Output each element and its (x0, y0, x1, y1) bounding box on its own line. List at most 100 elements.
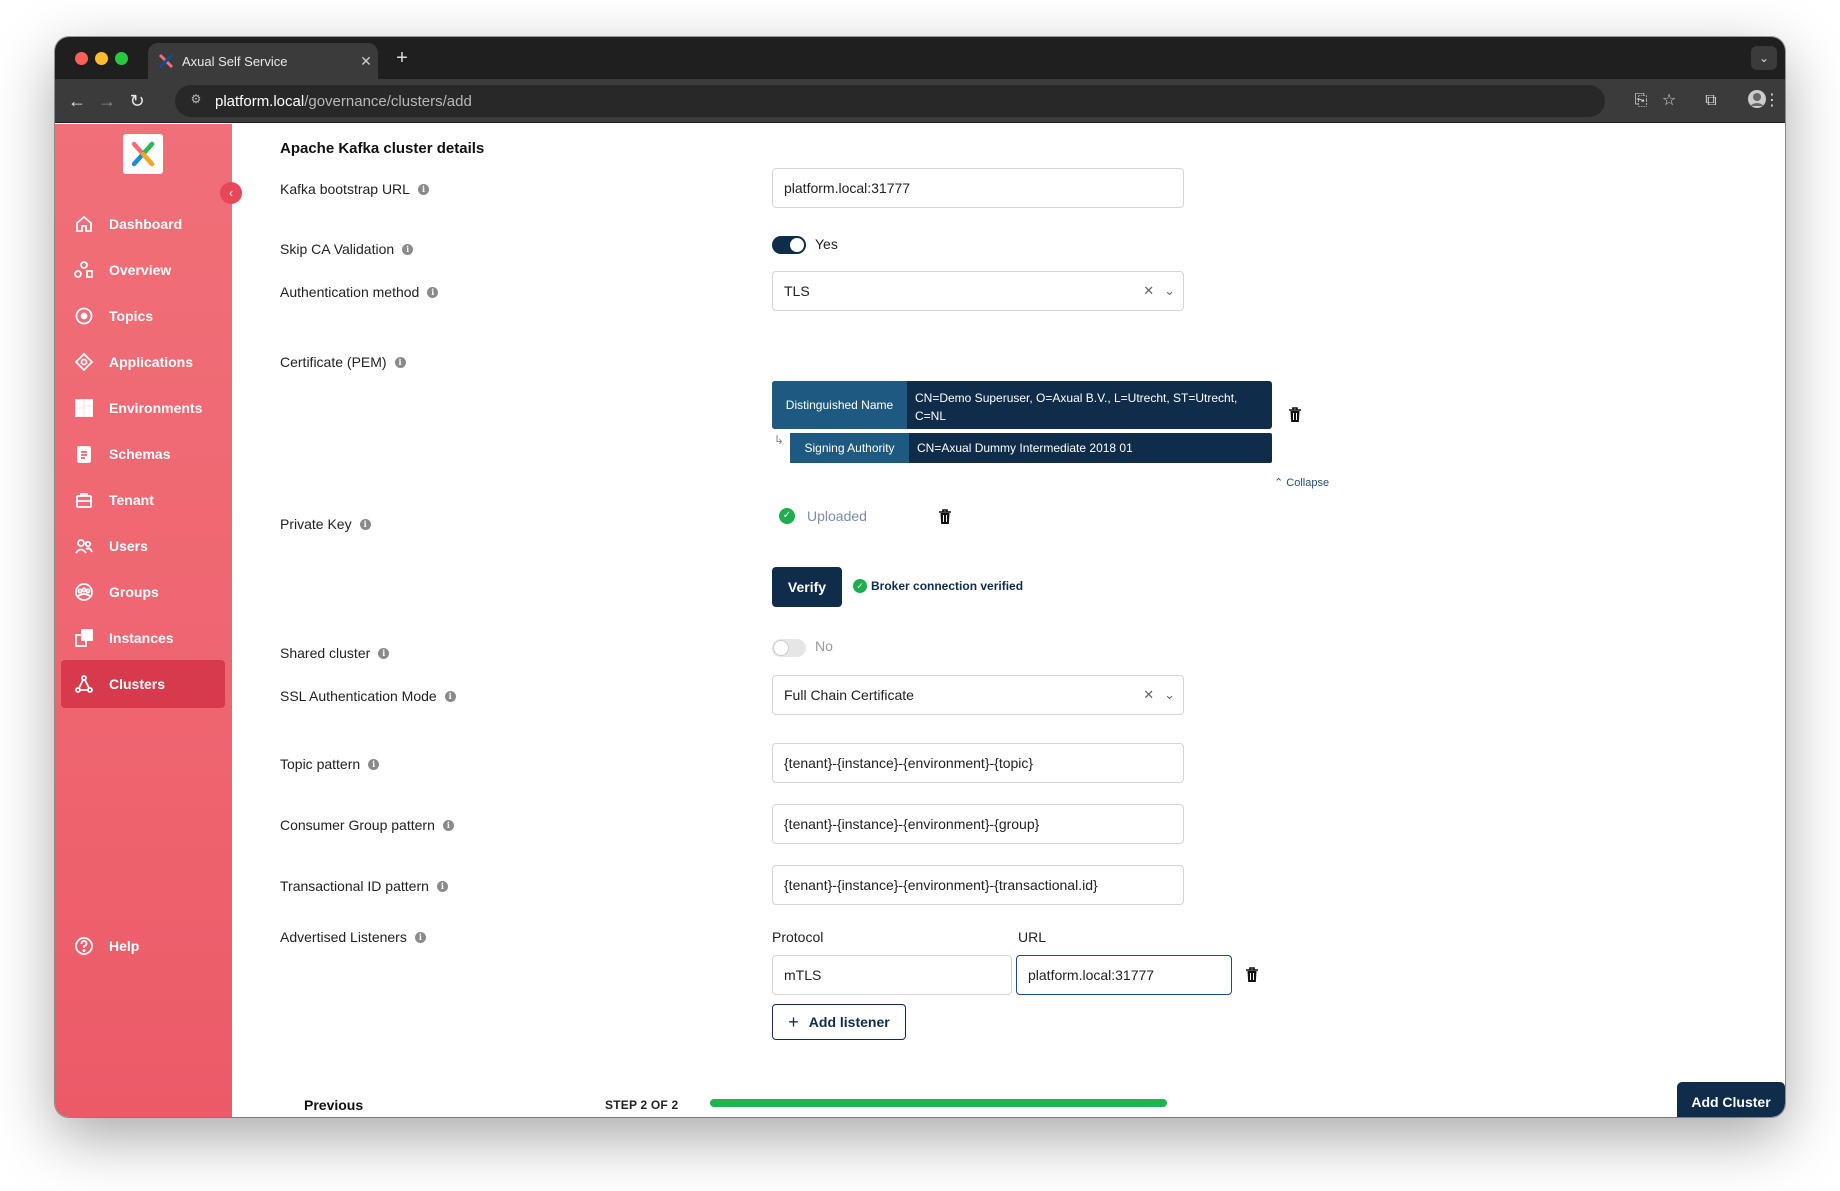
info-icon[interactable]: i (378, 647, 390, 659)
distinguished-name-key: Distinguished Name (772, 381, 907, 429)
sidebar-item-environments[interactable]: Environments (61, 384, 225, 432)
shared-cluster-label: Shared cluster i (280, 645, 390, 661)
txn-pattern-input[interactable]: {tenant}-{instance}-{environment}-{trans… (772, 865, 1184, 905)
sidebar-item-topics[interactable]: Topics (61, 292, 225, 340)
add-cluster-button[interactable]: Add Cluster (1677, 1082, 1785, 1117)
topics-icon (73, 305, 95, 327)
ssl-mode-select[interactable]: Full Chain Certificate ✕ ⌄ (772, 675, 1184, 715)
toggle-knob (774, 641, 788, 655)
instances-icon (73, 627, 95, 649)
minimize-window-button[interactable] (95, 52, 108, 65)
schemas-icon (73, 443, 95, 465)
info-icon[interactable]: i (368, 758, 380, 770)
sidebar-item-applications[interactable]: Applications (61, 338, 225, 386)
info-icon[interactable]: i (444, 690, 456, 702)
browser-tab[interactable]: Axual Self Service ✕ (148, 43, 378, 79)
collapse-sidebar-button[interactable]: ‹ (220, 182, 242, 204)
delete-listener-trash-icon[interactable] (1245, 967, 1259, 983)
plus-icon: + (788, 1011, 799, 1032)
label-text: Consumer Group pattern (280, 817, 435, 833)
ssl-mode-value: Full Chain Certificate (784, 687, 914, 703)
info-icon[interactable]: i (436, 880, 448, 892)
select-controls: ✕ ⌄ (1143, 272, 1175, 310)
install-app-icon[interactable]: ⎘ (1629, 89, 1653, 113)
main-content: Apache Kafka cluster details Kafka boots… (232, 124, 1785, 1117)
sidebar-item-help[interactable]: Help (61, 922, 225, 970)
sidebar-item-label: Users (109, 538, 148, 554)
sidebar-item-tenant[interactable]: Tenant (61, 476, 225, 524)
previous-button[interactable]: Previous (304, 1097, 363, 1113)
sidebar-item-clusters[interactable]: Clusters (61, 660, 225, 708)
sidebar-item-groups[interactable]: Groups (61, 568, 225, 616)
progress-bar (710, 1099, 1167, 1107)
skip-ca-toggle[interactable] (772, 236, 806, 254)
sidebar-item-label: Tenant (109, 492, 154, 508)
environments-icon (73, 397, 95, 419)
back-icon[interactable]: ← (65, 89, 89, 113)
tab-close-icon[interactable]: ✕ (354, 53, 378, 70)
url-host: platform.local (215, 92, 305, 110)
groups-icon (73, 581, 95, 603)
topic-pattern-label: Topic pattern i (280, 756, 380, 772)
label-text: Topic pattern (280, 756, 361, 772)
sidebar-item-label: Instances (109, 630, 174, 646)
advertised-listeners-label: Advertised Listeners i (280, 929, 426, 945)
sidebar-item-label: Environments (109, 400, 203, 416)
close-window-button[interactable] (75, 52, 88, 65)
delete-private-key-trash-icon[interactable] (938, 509, 952, 525)
certificate-label: Certificate (PEM) i (280, 354, 406, 370)
label-text: SSL Authentication Mode (280, 688, 437, 704)
verify-button[interactable]: Verify (772, 567, 842, 607)
sidebar-item-dashboard[interactable]: Dashboard (61, 200, 225, 248)
address-bar[interactable]: ⚙ platform.local/governance/clusters/add (175, 85, 1605, 117)
shared-cluster-toggle[interactable] (772, 639, 806, 657)
collapse-label: Collapse (1286, 477, 1330, 489)
info-icon[interactable]: i (402, 243, 414, 255)
tab-search-button[interactable]: ⌄ (1751, 46, 1777, 70)
browser-menu-icon[interactable]: ⋮ (1761, 89, 1783, 113)
auth-method-label: Authentication method i (280, 284, 439, 300)
info-icon[interactable]: i (394, 356, 406, 368)
auth-method-select[interactable]: TLS ✕ ⌄ (772, 271, 1184, 311)
add-listener-button[interactable]: + Add listener (772, 1004, 906, 1040)
browser-toolbar: ← → ↻ ⚙ platform.local/governance/cluste… (55, 79, 1785, 123)
group-pattern-input[interactable]: {tenant}-{instance}-{environment}-{group… (772, 804, 1184, 844)
shared-cluster-state: No (815, 638, 833, 654)
collapse-certificate-link[interactable]: ⌃ Collapse (1274, 476, 1329, 489)
tenant-icon (73, 489, 95, 511)
extensions-icon[interactable]: ⧉ (1699, 89, 1723, 113)
users-icon (73, 535, 95, 557)
sidebar-item-label: Groups (109, 584, 159, 600)
sidebar-item-schemas[interactable]: Schemas (61, 430, 225, 478)
delete-certificate-trash-icon[interactable] (1288, 407, 1302, 423)
chevron-down-icon[interactable]: ⌄ (1164, 687, 1175, 703)
clear-icon[interactable]: ✕ (1143, 283, 1154, 299)
step-indicator: STEP 2 OF 2 (605, 1098, 679, 1112)
chevron-down-icon[interactable]: ⌄ (1164, 283, 1175, 299)
protocol-input[interactable]: mTLS (772, 955, 1012, 995)
new-tab-button[interactable]: + (390, 47, 414, 70)
info-icon[interactable]: i (359, 518, 371, 530)
reload-icon[interactable]: ↻ (125, 89, 149, 113)
clear-icon[interactable]: ✕ (1143, 687, 1154, 703)
sidebar-item-overview[interactable]: Overview (61, 246, 225, 294)
bookmark-star-icon[interactable]: ☆ (1657, 89, 1681, 113)
bootstrap-url-input[interactable]: platform.local:31777 (772, 168, 1184, 208)
sidebar-item-users[interactable]: Users (61, 522, 225, 570)
info-icon[interactable]: i (442, 819, 454, 831)
verification-status: ✓ Broker connection verified (853, 579, 1023, 593)
url-path: /governance/clusters/add (304, 92, 472, 110)
forward-icon[interactable]: → (95, 89, 119, 113)
browser-tab-bar: Axual Self Service ✕ + ⌄ (55, 37, 1785, 79)
signing-authority-row: Signing Authority CN=Axual Dummy Interme… (790, 433, 1272, 463)
info-icon[interactable]: i (427, 286, 439, 298)
listener-url-input[interactable]: platform.local:31777 (1016, 955, 1232, 995)
info-icon[interactable]: i (414, 931, 426, 943)
topic-pattern-input[interactable]: {tenant}-{instance}-{environment}-{topic… (772, 743, 1184, 783)
axual-logo[interactable] (123, 134, 163, 174)
label-text: Certificate (PEM) (280, 354, 387, 370)
sidebar-item-instances[interactable]: Instances (61, 614, 225, 662)
maximize-window-button[interactable] (115, 52, 128, 65)
site-info-icon[interactable]: ⚙ (187, 92, 205, 110)
info-icon[interactable]: i (417, 183, 429, 195)
